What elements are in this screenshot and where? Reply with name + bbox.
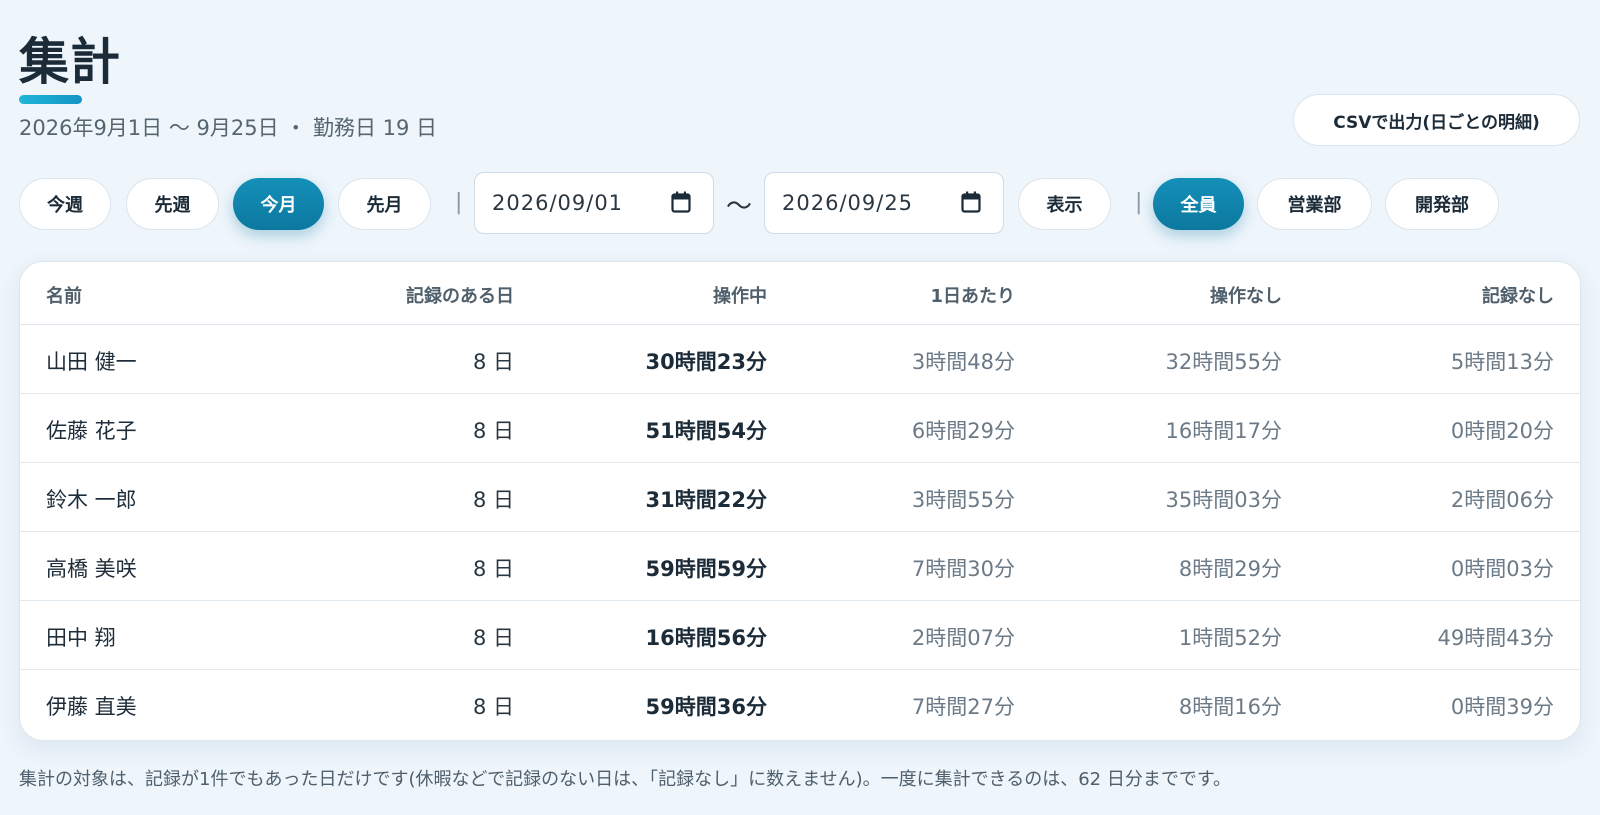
- cell-no-record: 0時間20分: [1450, 419, 1554, 443]
- col-header-per-day: 1日あたり: [930, 286, 1015, 307]
- cell-per-day: 6時間29分: [911, 419, 1015, 443]
- period-last-week-button[interactable]: 先週: [126, 178, 219, 230]
- table-row: 伊藤 直美 8 日 59時間36分 7時間27分 8時間16分 0時間39分: [20, 670, 1580, 739]
- cell-per-day: 7時間30分: [911, 557, 1015, 581]
- period-this-week-button[interactable]: 今週: [19, 178, 111, 230]
- cell-name: 鈴木 一郎: [46, 488, 137, 512]
- table-row: 田中 翔 8 日 16時間56分 2時間07分 1時間52分 49時間43分: [20, 601, 1580, 670]
- cell-days: 8 日: [472, 626, 514, 650]
- cell-active: 30時間23分: [645, 350, 767, 374]
- cell-active: 59時間36分: [645, 695, 767, 719]
- cell-days: 8 日: [472, 350, 514, 374]
- cell-no-record: 0時間39分: [1450, 695, 1554, 719]
- cell-idle: 32時間55分: [1165, 350, 1282, 374]
- filter-divider: |: [455, 190, 463, 215]
- col-header-recorded-days: 記録のある日: [406, 286, 514, 307]
- dept-sales-button[interactable]: 営業部: [1257, 178, 1372, 230]
- cell-name: 佐藤 花子: [46, 419, 137, 443]
- show-button[interactable]: 表示: [1018, 178, 1111, 230]
- cell-active: 16時間56分: [645, 626, 767, 650]
- date-from-input[interactable]: 2026/09/01: [474, 172, 714, 234]
- table-row: 高橋 美咲 8 日 59時間59分 7時間30分 8時間29分 0時間03分: [20, 532, 1580, 601]
- cell-per-day: 3時間55分: [911, 488, 1015, 512]
- page-title: 集計: [19, 33, 121, 91]
- cell-per-day: 7時間27分: [911, 695, 1015, 719]
- col-header-no-record: 記録なし: [1482, 286, 1554, 307]
- date-to-value: 2026/09/25: [782, 191, 914, 215]
- table-header: 名前 記録のある日 操作中 1日あたり 操作なし 記録なし: [20, 262, 1580, 325]
- date-to-input[interactable]: 2026/09/25: [764, 172, 1004, 234]
- cell-idle: 8時間16分: [1178, 695, 1282, 719]
- col-header-active: 操作中: [713, 286, 767, 307]
- cell-idle: 8時間29分: [1178, 557, 1282, 581]
- cell-days: 8 日: [472, 695, 514, 719]
- col-header-idle: 操作なし: [1210, 286, 1282, 307]
- cell-idle: 16時間17分: [1165, 419, 1282, 443]
- cell-days: 8 日: [472, 419, 514, 443]
- cell-no-record: 0時間03分: [1450, 557, 1554, 581]
- cell-name: 田中 翔: [46, 626, 116, 650]
- cell-no-record: 2時間06分: [1450, 488, 1554, 512]
- cell-days: 8 日: [472, 557, 514, 581]
- cell-idle: 1時間52分: [1178, 626, 1282, 650]
- date-range-tilde: 〜: [726, 192, 753, 222]
- period-this-month-button[interactable]: 今月: [233, 178, 324, 230]
- cell-per-day: 2時間07分: [911, 626, 1015, 650]
- cell-no-record: 5時間13分: [1450, 350, 1554, 374]
- csv-export-button[interactable]: CSVで出力(日ごとの明細): [1293, 94, 1580, 146]
- cell-name: 伊藤 直美: [46, 695, 137, 719]
- calendar-icon[interactable]: [671, 191, 691, 213]
- summary-table: 名前 記録のある日 操作中 1日あたり 操作なし 記録なし 山田 健一 8 日 …: [19, 261, 1581, 741]
- cell-per-day: 3時間48分: [911, 350, 1015, 374]
- dept-dev-button[interactable]: 開発部: [1385, 178, 1499, 230]
- col-header-name: 名前: [46, 286, 82, 307]
- cell-active: 59時間59分: [645, 557, 767, 581]
- cell-name: 高橋 美咲: [46, 557, 137, 581]
- table-row: 山田 健一 8 日 30時間23分 3時間48分 32時間55分 5時間13分: [20, 325, 1580, 394]
- cell-active: 31時間22分: [645, 488, 767, 512]
- cell-no-record: 49時間43分: [1437, 626, 1554, 650]
- table-row: 鈴木 一郎 8 日 31時間22分 3時間55分 35時間03分 2時間06分: [20, 463, 1580, 532]
- filter-divider: |: [1135, 190, 1143, 215]
- cell-active: 51時間54分: [645, 419, 767, 443]
- cell-days: 8 日: [472, 488, 514, 512]
- dept-all-button[interactable]: 全員: [1153, 178, 1244, 230]
- title-underline: [19, 95, 82, 104]
- date-from-value: 2026/09/01: [492, 191, 624, 215]
- cell-idle: 35時間03分: [1165, 488, 1282, 512]
- footnote: 集計の対象は、記録が1件でもあった日だけです(休暇などで記録のない日は、「記録な…: [19, 769, 1232, 790]
- calendar-icon[interactable]: [961, 191, 981, 213]
- cell-name: 山田 健一: [46, 350, 137, 374]
- period-summary: 2026年9月1日 〜 9月25日 ・ 勤務日 19 日: [19, 116, 438, 140]
- period-last-month-button[interactable]: 先月: [338, 178, 431, 230]
- table-row: 佐藤 花子 8 日 51時間54分 6時間29分 16時間17分 0時間20分: [20, 394, 1580, 463]
